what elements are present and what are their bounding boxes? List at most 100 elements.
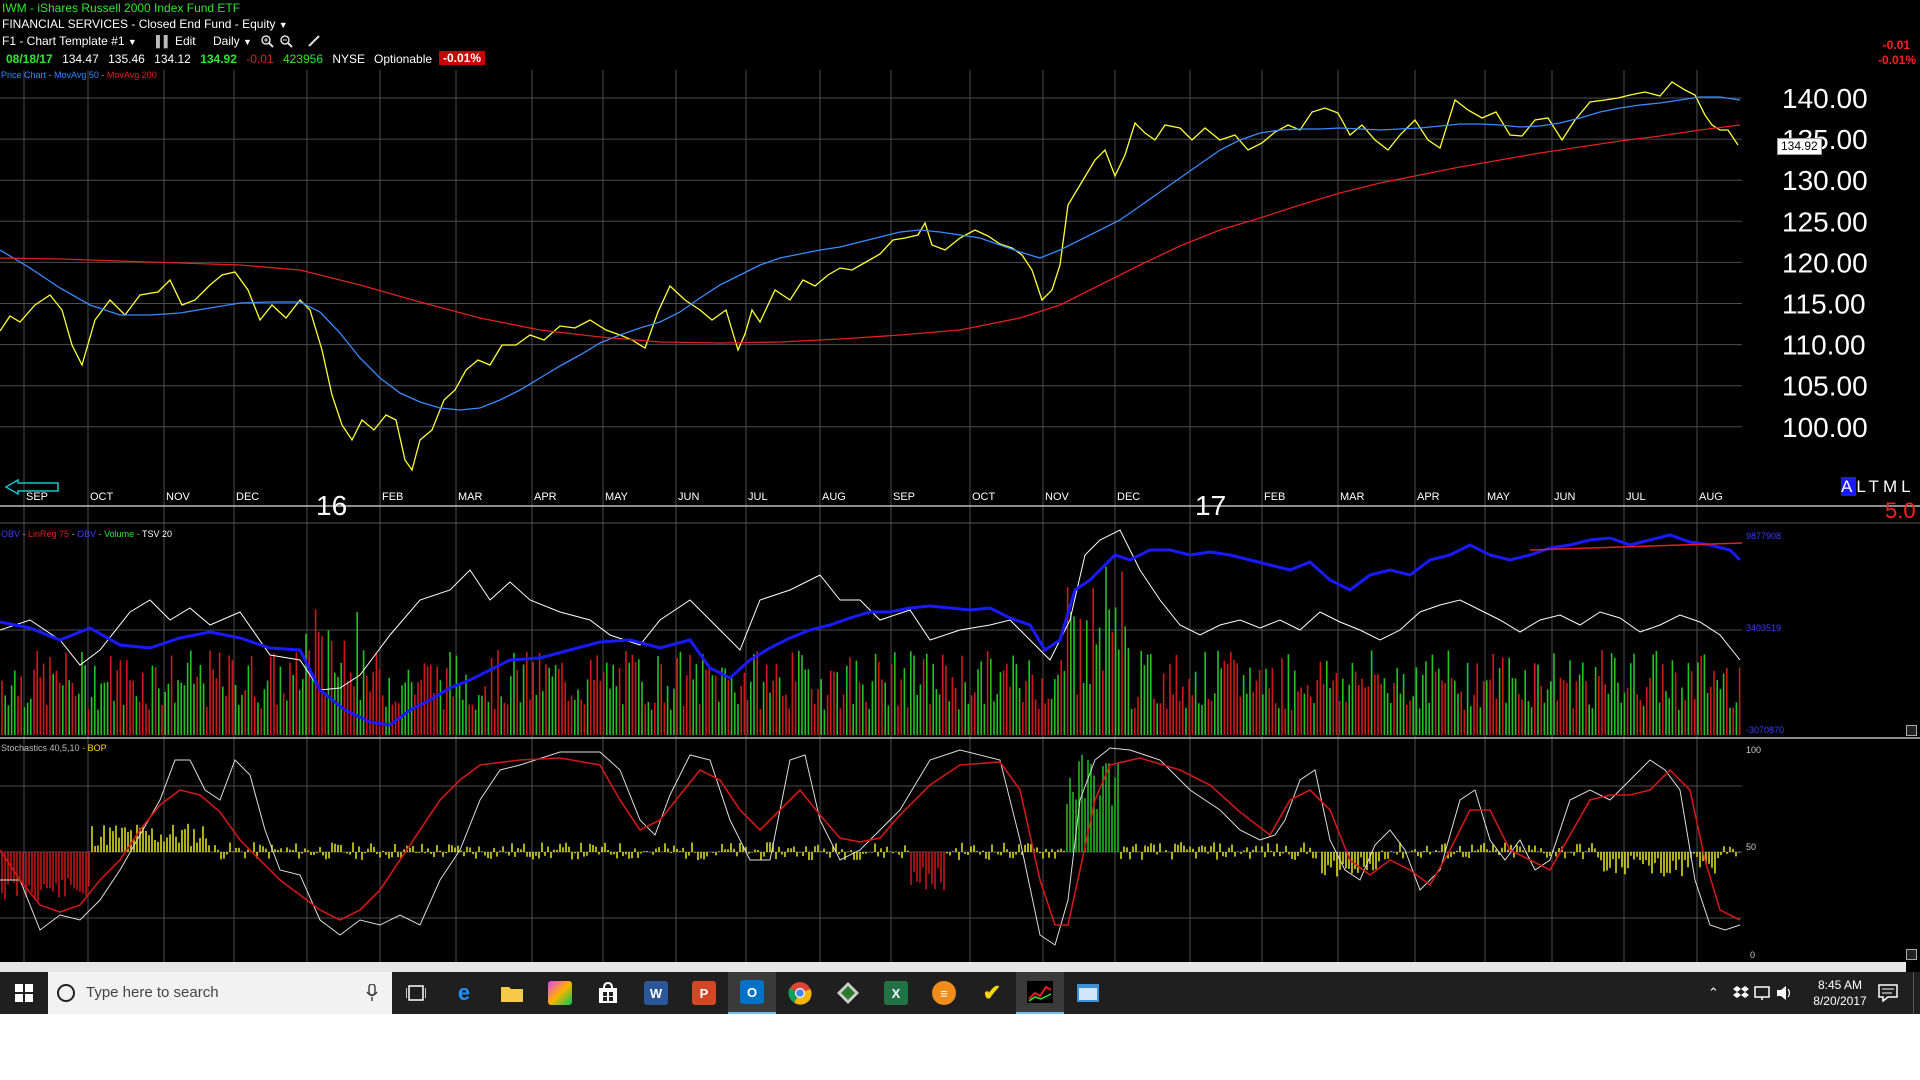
month-label: DEC: [236, 491, 259, 503]
telechart-window: IWM - iShares Russell 2000 Index Fund ET…: [0, 0, 1920, 972]
price-tick-label: 110.00: [1782, 330, 1866, 361]
speaker-icon: [1777, 986, 1791, 1000]
stoch-legend: Stochastics 40,5,10 - BOP: [1, 743, 107, 753]
stoch-scale-100: 100: [1746, 745, 1762, 755]
taskbar-outlook[interactable]: O: [728, 972, 776, 1014]
tray-app-icon[interactable]: [1732, 972, 1750, 1014]
stoch-panel-resize-handle[interactable]: [1906, 949, 1917, 960]
edge-icon: e: [457, 980, 471, 1005]
month-label: SEP: [893, 491, 915, 503]
outlook-icon: O: [740, 980, 764, 1004]
moving-average-200: [0, 124, 1741, 344]
price-line: [0, 81, 1739, 472]
month-label: APR: [534, 491, 557, 503]
windows-logo-icon: [15, 984, 33, 1002]
stochastic-k-line: [0, 747, 1741, 946]
dropbox-icon: [1733, 986, 1749, 998]
tray-network[interactable]: [1754, 972, 1772, 1014]
network-app-icon: [837, 982, 859, 1004]
excel-icon: X: [884, 981, 908, 1005]
legend-obv2: OBV: [77, 529, 97, 539]
legend-stochastics: Stochastics 40,5,10: [1, 743, 80, 753]
month-label: DEC: [1117, 491, 1140, 503]
legend-linreg: LinReg 75: [28, 529, 70, 539]
word-icon: W: [644, 981, 668, 1005]
notification-icon: [1878, 984, 1898, 1002]
taskbar-store[interactable]: [584, 972, 632, 1014]
legend-tsv: TSV 20: [141, 529, 172, 539]
stoch-scale-50: 50: [1746, 842, 1757, 852]
taskbar-network-app[interactable]: [824, 972, 872, 1014]
taskbar-runner-app[interactable]: ✔: [968, 972, 1016, 1014]
month-label: JUL: [1626, 491, 1646, 503]
legend-bop: BOP: [87, 743, 107, 753]
altml-l: L: [1856, 477, 1869, 496]
year-label-17: 17: [1195, 490, 1227, 521]
month-label: AUG: [1699, 491, 1723, 503]
month-label: MAY: [605, 491, 629, 503]
taskbar-telechart[interactable]: [1016, 972, 1064, 1014]
start-button[interactable]: [0, 972, 48, 1014]
month-label: MAY: [1487, 491, 1511, 503]
taskbar-chrome[interactable]: [776, 972, 824, 1014]
legend-volume: Volume: [104, 529, 135, 539]
runner-icon: ✔: [982, 980, 1002, 1005]
taskbar-photos[interactable]: [536, 972, 584, 1014]
moving-average-50: [0, 96, 1741, 411]
chart-canvas[interactable]: SEP OCT NOV DEC FEB MAR APR MAY JUN JUL AUG SEP OCT N…: [0, 0, 1920, 972]
search-circle-icon: [57, 984, 75, 1002]
taskbar-file-explorer[interactable]: [488, 972, 536, 1014]
month-label: MAR: [458, 491, 483, 503]
altml-t: T: [1868, 477, 1883, 496]
taskbar-edge[interactable]: e: [440, 972, 488, 1014]
price-tick-label: 100.00: [1782, 412, 1868, 443]
month-label: JUL: [748, 491, 768, 503]
taskbar-smallpdf[interactable]: ≡: [920, 972, 968, 1014]
altml-l2: L: [1901, 477, 1915, 496]
arrow-left-icon: [4, 478, 59, 496]
rating-value: 5.0: [1885, 498, 1916, 523]
altml-m: M: [1882, 477, 1902, 496]
price-tick-label: 125.00: [1782, 206, 1868, 237]
month-label: JUN: [1554, 491, 1575, 503]
action-center-button[interactable]: [1878, 972, 1898, 1014]
tray-clock[interactable]: 8:45 AM 8/20/2017: [1800, 972, 1880, 1014]
chevron-up-icon: ⌃: [1708, 985, 1719, 1000]
taskbar-window-app[interactable]: [1064, 972, 1112, 1014]
taskbar-excel[interactable]: X: [872, 972, 920, 1014]
volume-legend: OBV - LinReg 75 - OBV - Volume - TSV 20: [1, 529, 172, 539]
horizontal-scrollbar[interactable]: [0, 962, 1906, 972]
volume-panel-resize-handle[interactable]: [1906, 725, 1917, 736]
volume-scale-top: 9877908: [1746, 531, 1782, 541]
month-label: APR: [1417, 491, 1440, 503]
month-label: JUN: [678, 491, 699, 503]
year-label-16: 16: [316, 490, 348, 521]
microphone-icon: [366, 984, 378, 1001]
smallpdf-icon: ≡: [932, 981, 956, 1005]
taskbar-search-box[interactable]: Type here to search: [48, 972, 392, 1014]
stochastic-d-line: [0, 757, 1741, 926]
price-tick-label: 120.00: [1782, 247, 1868, 278]
task-view-button[interactable]: [392, 972, 440, 1014]
scroll-left-arrow[interactable]: [4, 478, 60, 500]
task-view-icon: [406, 985, 426, 1001]
taskbar-powerpoint[interactable]: P: [680, 972, 728, 1014]
show-hidden-icons[interactable]: ⌃: [1708, 972, 1719, 1014]
show-desktop-button[interactable]: [1913, 972, 1920, 1014]
stoch-scale-0: 0: [1750, 950, 1756, 960]
tray-volume[interactable]: [1776, 972, 1794, 1014]
month-label: NOV: [1045, 491, 1070, 503]
network-icon: [1754, 986, 1770, 1000]
clock-time: 8:45 AM: [1817, 978, 1863, 992]
month-label: AUG: [822, 491, 846, 503]
telechart-icon: [1027, 981, 1053, 1003]
month-label: FEB: [1264, 491, 1285, 503]
altml-indicator: ALTML: [1841, 477, 1915, 497]
legend-obv: OBV: [1, 529, 21, 539]
taskbar-word[interactable]: W: [632, 972, 680, 1014]
month-label: FEB: [382, 491, 403, 503]
tsv-line: [0, 529, 1741, 691]
price-tick-label: 140.00: [1782, 83, 1868, 114]
price-tick-label: 130.00: [1782, 165, 1868, 196]
last-price-tag: 134.92: [1777, 138, 1822, 155]
